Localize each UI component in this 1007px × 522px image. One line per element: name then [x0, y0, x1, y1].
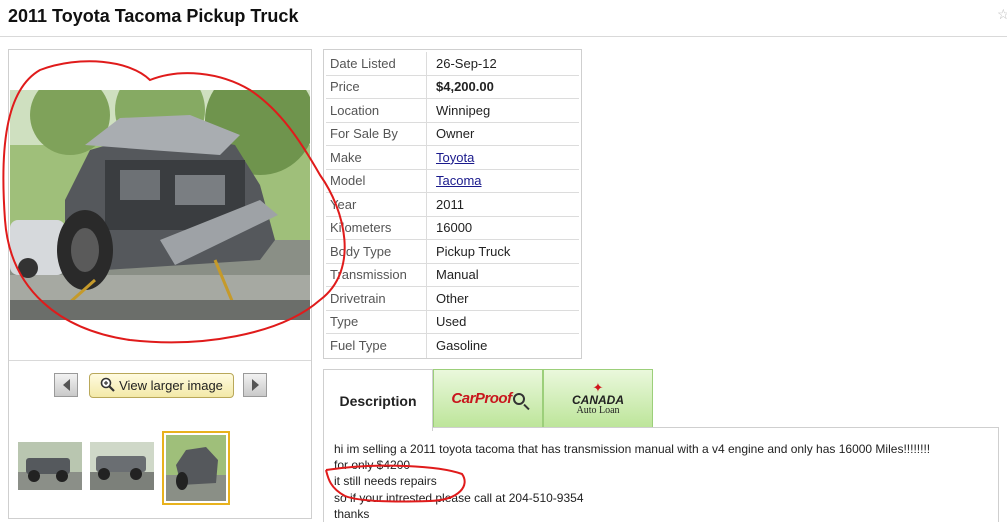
detail-label: Fuel Type [326, 334, 427, 358]
thumbnail-3-selected[interactable] [162, 431, 230, 505]
detail-row: Year 2011 [326, 193, 579, 217]
detail-value: 16000 [436, 220, 473, 236]
description-panel: hi im selling a 2011 toyota tacoma that … [323, 427, 999, 522]
canada-auto-loan-logo: ✦ CANADA Auto Loan [572, 381, 624, 416]
photo-divider [9, 360, 311, 361]
detail-row: Date Listed 26-Sep-12 [326, 52, 579, 76]
detail-value: Used [436, 314, 467, 330]
magnifier-icon [512, 392, 525, 405]
detail-value: 2011 [436, 196, 464, 212]
tab-canada-auto-loan[interactable]: ✦ CANADA Auto Loan [543, 369, 653, 428]
detail-row: Transmission Manual [326, 263, 579, 287]
view-larger-image-button[interactable]: View larger image [89, 373, 234, 398]
arrow-right-icon [251, 379, 259, 391]
detail-value: Pickup Truck [436, 243, 511, 259]
detail-label: Kilometers [326, 216, 427, 239]
detail-value-link[interactable]: Toyota [427, 150, 474, 165]
detail-label: Make [326, 146, 427, 169]
detail-row: Model Tacoma [326, 169, 579, 193]
arrow-left-icon [62, 379, 70, 391]
detail-label: Transmission [326, 263, 427, 286]
detail-value: 26-Sep-12 [436, 55, 497, 71]
detail-label: Price [326, 75, 427, 98]
thumbnail-2[interactable] [90, 442, 154, 490]
tab-description-label: Description [339, 392, 417, 409]
detail-value: $4,200.00 [436, 79, 494, 95]
detail-row: Drivetrain Other [326, 287, 579, 311]
title-divider [0, 36, 1007, 37]
detail-label: Drivetrain [326, 287, 427, 310]
previous-image-button[interactable] [54, 373, 78, 397]
detail-value: Winnipeg [436, 102, 491, 118]
detail-row: Price $4,200.00 [326, 75, 579, 99]
detail-value: Gasoline [436, 338, 488, 354]
main-photo[interactable] [10, 90, 310, 320]
vehicle-details-table: Date Listed 26-Sep-12 Price $4,200.00 Locati… [323, 49, 582, 359]
detail-row: For Sale By Owner [326, 122, 579, 146]
photo-panel: View larger image [8, 49, 312, 519]
tab-description[interactable]: Description [323, 369, 433, 431]
detail-label: Model [326, 169, 427, 192]
detail-label: Location [326, 99, 427, 122]
detail-label: Year [326, 193, 427, 216]
detail-label: Type [326, 310, 427, 333]
zoom-icon [100, 377, 115, 395]
description-line: for only $4200 [334, 458, 411, 473]
detail-row: Kilometers 16000 [326, 216, 579, 240]
description-line: it still needs repairs [334, 474, 437, 489]
detail-row: Type Used [326, 310, 579, 334]
carproof-logo-text: CarProof [451, 390, 512, 407]
detail-label: Body Type [326, 240, 427, 263]
detail-label: Date Listed [326, 52, 427, 75]
detail-value: Owner [436, 126, 475, 142]
tab-carproof[interactable]: CarProof [433, 369, 543, 428]
detail-row: Location Winnipeg [326, 99, 579, 123]
detail-value-link[interactable]: Tacoma [427, 173, 482, 188]
next-image-button[interactable] [243, 373, 267, 397]
description-line: hi im selling a 2011 toyota tacoma that … [334, 442, 931, 456]
detail-row: Fuel Type Gasoline [326, 334, 579, 358]
detail-value: Other [436, 290, 469, 306]
detail-label: For Sale By [326, 122, 427, 145]
description-line: so if your intrested please call at 204-… [334, 490, 584, 505]
canada-logo-subtitle: Auto Loan [576, 405, 620, 416]
page-title: 2011 Toyota Tacoma Pickup Truck [8, 6, 299, 26]
detail-row: Body Type Pickup Truck [326, 240, 579, 264]
view-larger-label: View larger image [119, 378, 223, 393]
detail-row: Make Toyota [326, 146, 579, 170]
detail-value: Manual [436, 267, 479, 283]
thumbnail-1[interactable] [18, 442, 82, 490]
description-line: thanks [334, 506, 370, 521]
carproof-logo: CarProof [451, 390, 525, 407]
star-icon[interactable]: ☆ [997, 6, 1007, 23]
